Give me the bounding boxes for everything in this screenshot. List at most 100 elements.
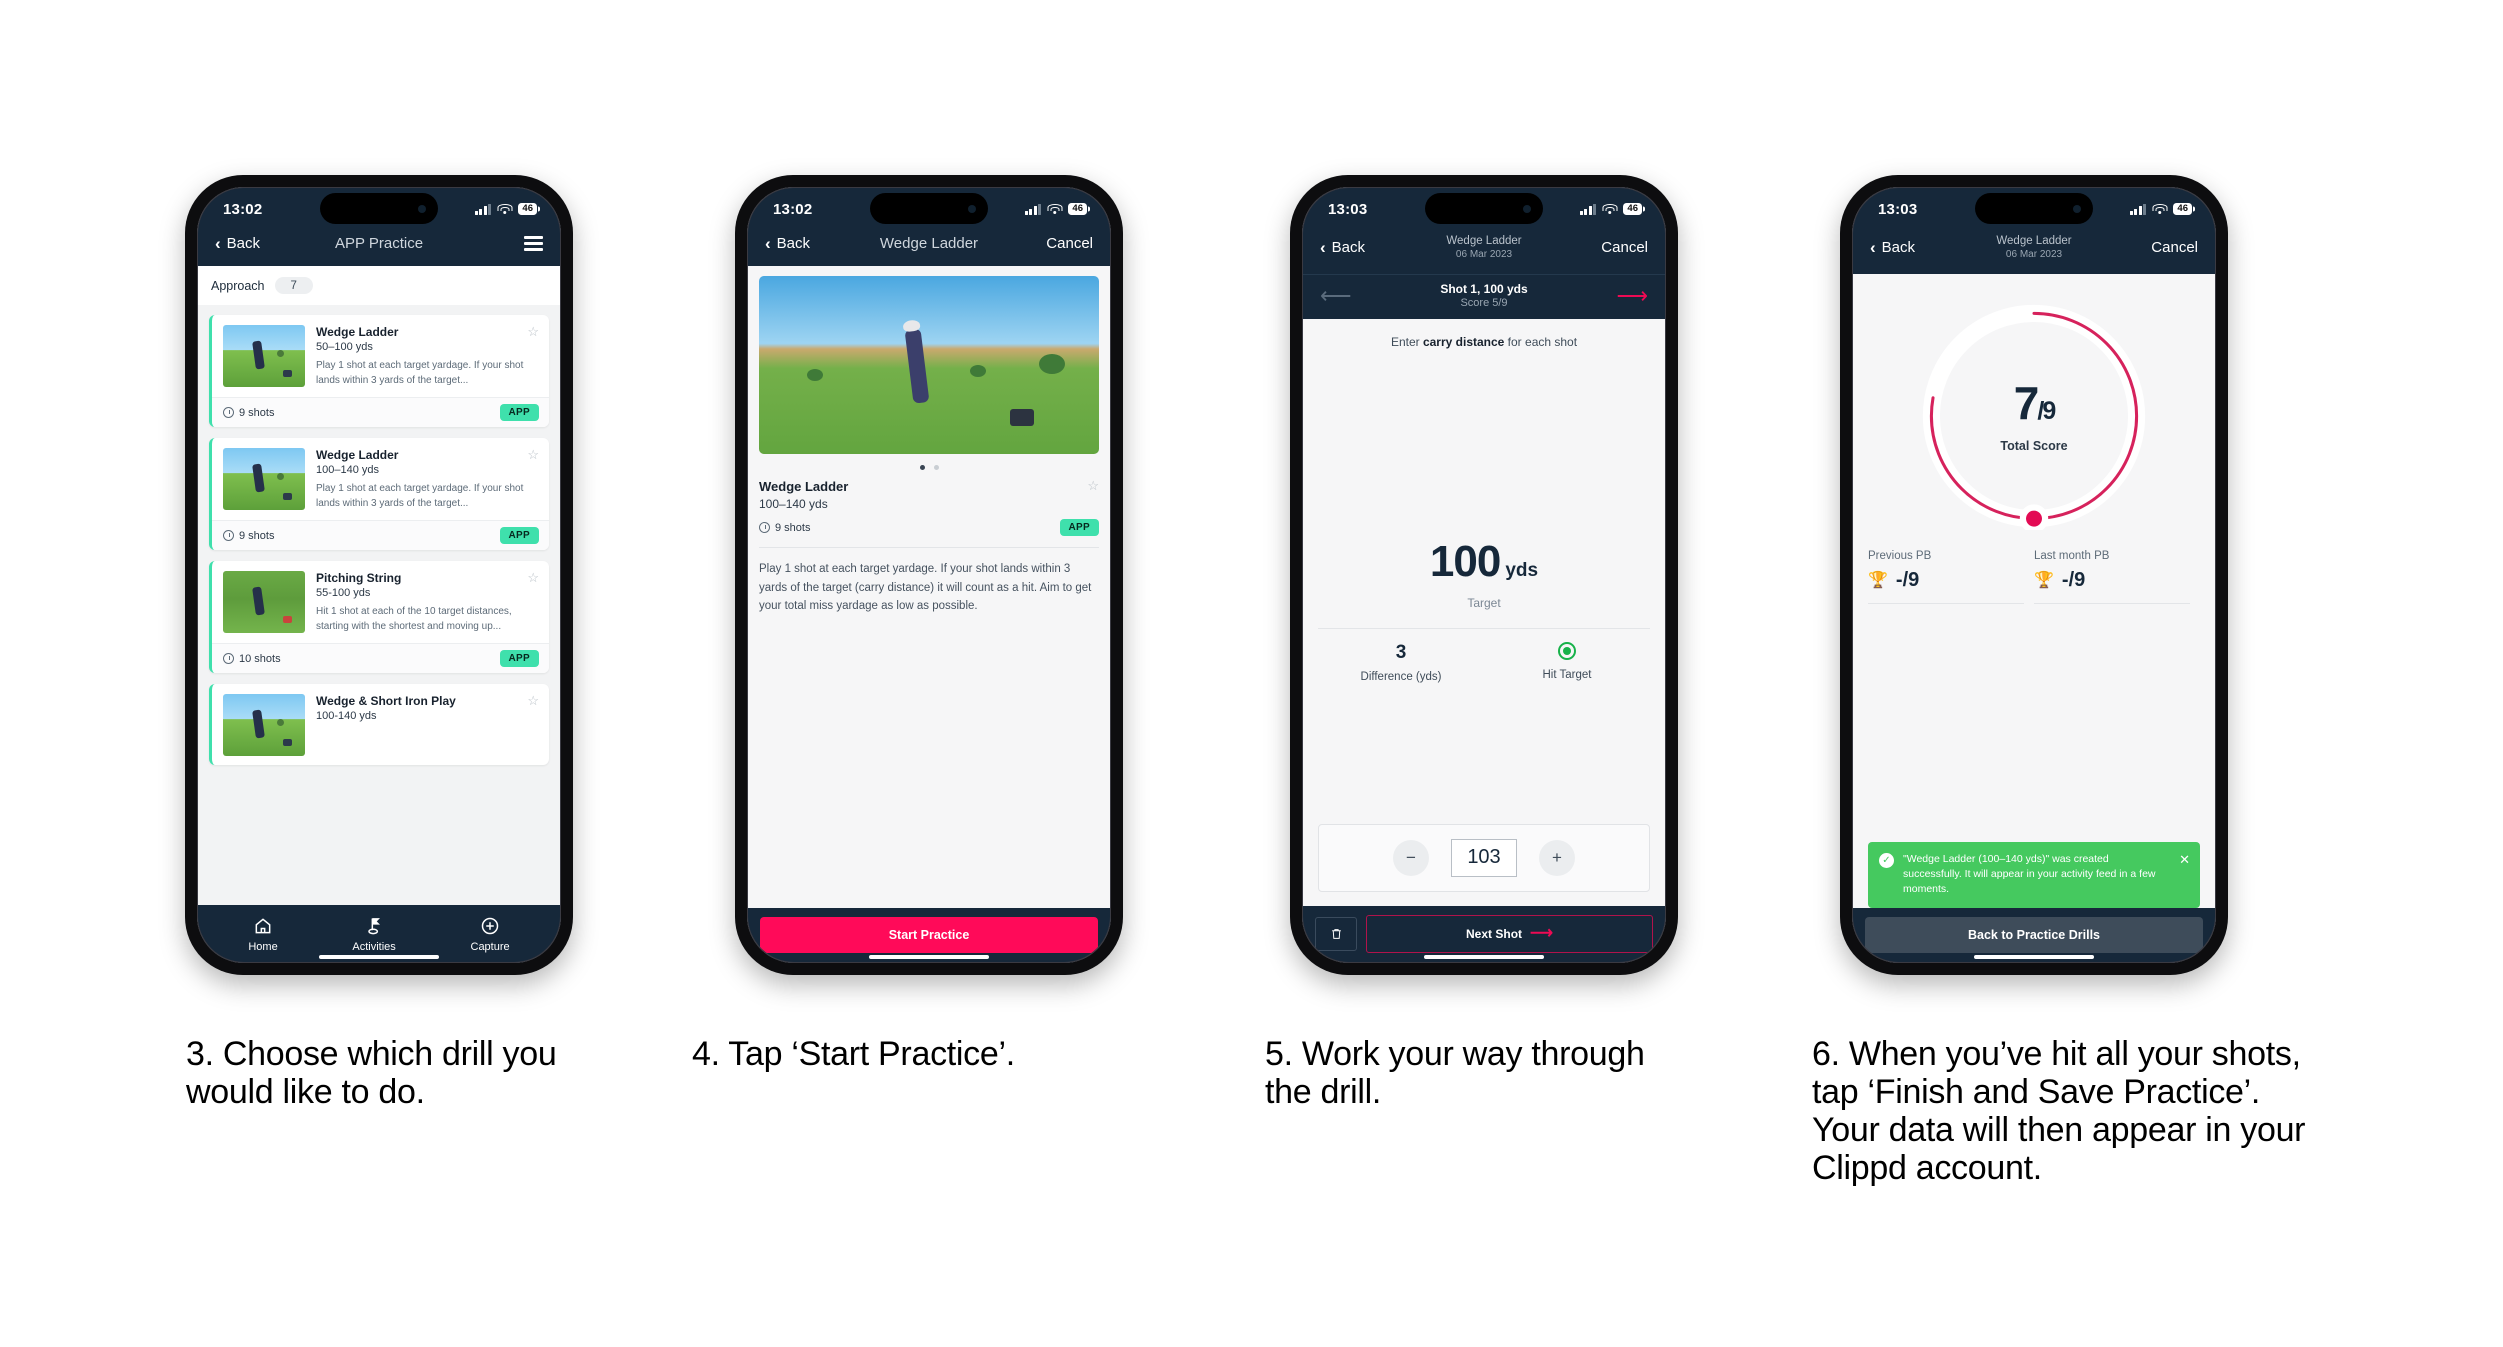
favourite-star-icon[interactable]: ☆ xyxy=(527,448,539,461)
back-label: Back xyxy=(1331,239,1366,257)
tab-activities[interactable]: Activities xyxy=(352,916,396,953)
status-indicators: 46 xyxy=(1579,202,1642,216)
favourite-star-icon[interactable]: ☆ xyxy=(527,325,539,338)
drill-range: 100-140 yds xyxy=(316,710,377,722)
favourite-star-icon[interactable]: ☆ xyxy=(527,571,539,584)
carousel-dot-active[interactable] xyxy=(919,465,925,470)
back-to-practice-drills-button[interactable]: Back to Practice Drills xyxy=(1865,917,2203,953)
tab-capture[interactable]: Capture xyxy=(471,916,510,953)
clock-icon xyxy=(223,653,234,664)
favourite-star-icon[interactable]: ☆ xyxy=(1087,479,1099,492)
drill-title: Pitching String xyxy=(316,571,402,585)
cellular-signal-icon xyxy=(2129,203,2147,215)
phone-3-shot-entry: 13:03 46 ‹ Back Wedge Ladder 06 Mar 2023 xyxy=(1290,175,1678,975)
drill-shots: 9 shots xyxy=(223,530,274,542)
stat-hit-target: Hit Target xyxy=(1484,641,1650,683)
arrow-right-icon: ⟶ xyxy=(1530,925,1553,942)
status-indicators: 46 xyxy=(2129,202,2192,216)
drill-description: Play 1 shot at each target yardage. If y… xyxy=(316,360,524,386)
previous-pb-label: Previous PB xyxy=(1868,550,1932,563)
back-label: Back xyxy=(776,235,811,252)
start-practice-button[interactable]: Start Practice xyxy=(760,917,1098,953)
battery-icon: 46 xyxy=(2173,202,2192,216)
drill-shots-label: 9 shots xyxy=(239,529,275,542)
chevron-left-icon: ‹ xyxy=(1870,238,1876,258)
favourite-star-icon[interactable]: ☆ xyxy=(527,694,539,707)
phone-2-screen: 13:02 46 ‹ Back Wedge Ladder Cancel Wedg… xyxy=(747,187,1111,963)
increment-button[interactable]: + xyxy=(1539,839,1575,876)
home-indicator xyxy=(1424,954,1544,959)
drill-shots-label: 9 shots xyxy=(239,406,275,419)
score-value: 7/9 xyxy=(2013,376,2056,429)
clock-icon xyxy=(759,522,770,533)
back-button[interactable]: ‹ Back xyxy=(1870,239,1944,256)
cancel-button[interactable]: Cancel xyxy=(1574,239,1648,256)
cancel-button[interactable]: Cancel xyxy=(2124,239,2198,256)
nav-title-main: Wedge Ladder xyxy=(1996,235,2072,247)
stat-difference: 3 Difference (yds) xyxy=(1318,642,1484,683)
carousel-dot[interactable] xyxy=(933,465,939,470)
nav-bar: ‹ Back Wedge Ladder 06 Mar 2023 Cancel xyxy=(1852,231,2216,275)
home-indicator xyxy=(869,954,989,959)
difference-value: 3 xyxy=(1395,641,1407,663)
drill-shots: 10 shots xyxy=(223,653,281,665)
status-indicators: 46 xyxy=(1024,202,1087,216)
drill-list[interactable]: Wedge Ladder ☆ 50–100 yds Play 1 shot at… xyxy=(197,305,561,765)
target-value: 100 xyxy=(1429,536,1501,586)
nav-title-main: Wedge Ladder xyxy=(1446,235,1522,247)
trash-icon xyxy=(1331,929,1341,939)
back-button[interactable]: ‹ Back xyxy=(765,235,839,252)
drill-tag-badge: APP xyxy=(499,650,539,667)
chevron-left-icon: ‹ xyxy=(1320,238,1326,258)
tab-activities-label: Activities xyxy=(352,941,396,953)
cancel-label: Cancel xyxy=(1046,235,1093,252)
status-bar: 13:03 46 xyxy=(1302,187,1666,231)
wifi-icon xyxy=(2152,203,2168,215)
decrement-button[interactable]: − xyxy=(1393,839,1429,876)
category-filter-row[interactable]: Approach 7 xyxy=(197,266,561,305)
drill-card[interactable]: Wedge Ladder ☆ 50–100 yds Play 1 shot at… xyxy=(209,315,549,427)
cancel-button[interactable]: Cancel xyxy=(1019,235,1093,252)
cellular-signal-icon xyxy=(474,203,492,215)
home-indicator xyxy=(1974,954,2094,959)
drill-card-top: Wedge Ladder ☆ 50–100 yds Play 1 shot at… xyxy=(212,315,549,397)
carry-distance-input[interactable]: 103 xyxy=(1451,838,1517,877)
drill-card-footer: 10 shots APP xyxy=(212,643,549,673)
carry-distance-stepper[interactable]: − 103 + xyxy=(1318,823,1650,892)
front-camera-icon xyxy=(2073,204,2081,213)
drill-card[interactable]: Wedge & Short Iron Play ☆ 100-140 yds xyxy=(209,684,549,765)
difference-label: Difference (yds) xyxy=(1360,670,1442,683)
chevron-left-icon: ‹ xyxy=(215,234,221,253)
drill-card-meta: Wedge & Short Iron Play ☆ 100-140 yds xyxy=(316,694,539,756)
drill-description: Play 1 shot at each target yardage. If y… xyxy=(759,563,1092,613)
trophy-icon: 🏆 xyxy=(2034,571,2054,589)
next-shot-button[interactable]: Next Shot ⟶ xyxy=(1366,915,1653,953)
cellular-signal-icon xyxy=(1579,203,1597,215)
menu-button[interactable] xyxy=(469,236,543,251)
carousel-dots[interactable] xyxy=(759,454,1099,479)
back-button[interactable]: ‹ Back xyxy=(215,235,289,252)
drill-card[interactable]: Wedge Ladder ☆ 100–140 yds Play 1 shot a… xyxy=(209,438,549,550)
front-camera-icon xyxy=(968,204,976,213)
delete-shot-button[interactable] xyxy=(1315,917,1357,951)
score-numerator: 7 xyxy=(2013,376,2040,429)
phone-2-drill-detail: 13:02 46 ‹ Back Wedge Ladder Cancel Wedg… xyxy=(735,175,1123,975)
arrow-left-icon[interactable]: ⟵ xyxy=(1320,284,1352,307)
drill-detail-body: Wedge Ladder 100–140 yds ☆ 9 shots APP P… xyxy=(747,266,1111,908)
phone-1-screen: 13:02 46 ‹ Back APP Practice Approach 7 … xyxy=(197,187,561,963)
battery-icon: 46 xyxy=(1068,202,1087,216)
status-bar: 13:03 46 xyxy=(1852,187,2216,231)
close-icon[interactable]: ✕ xyxy=(2179,853,2190,866)
page-title: Wedge Ladder 06 Mar 2023 xyxy=(1394,235,1574,260)
drill-card[interactable]: Pitching String ☆ 55-100 yds Hit 1 shot … xyxy=(209,561,549,673)
arrow-right-icon[interactable]: ⟶ xyxy=(1616,284,1648,307)
shot-stats: 3 Difference (yds) Hit Target xyxy=(1318,629,1650,683)
back-button[interactable]: ‹ Back xyxy=(1320,239,1394,256)
phone-3-screen: 13:03 46 ‹ Back Wedge Ladder 06 Mar 2023 xyxy=(1302,187,1666,963)
drill-detail-footer: Start Practice xyxy=(747,908,1111,963)
back-label: Back xyxy=(226,235,261,252)
drill-card-footer: 9 shots APP xyxy=(212,397,549,427)
bottom-tab-bar[interactable]: Home Activities Capture xyxy=(197,905,561,963)
tab-home[interactable]: Home xyxy=(248,916,278,953)
drill-card-top: Wedge Ladder ☆ 100–140 yds Play 1 shot a… xyxy=(212,438,549,520)
